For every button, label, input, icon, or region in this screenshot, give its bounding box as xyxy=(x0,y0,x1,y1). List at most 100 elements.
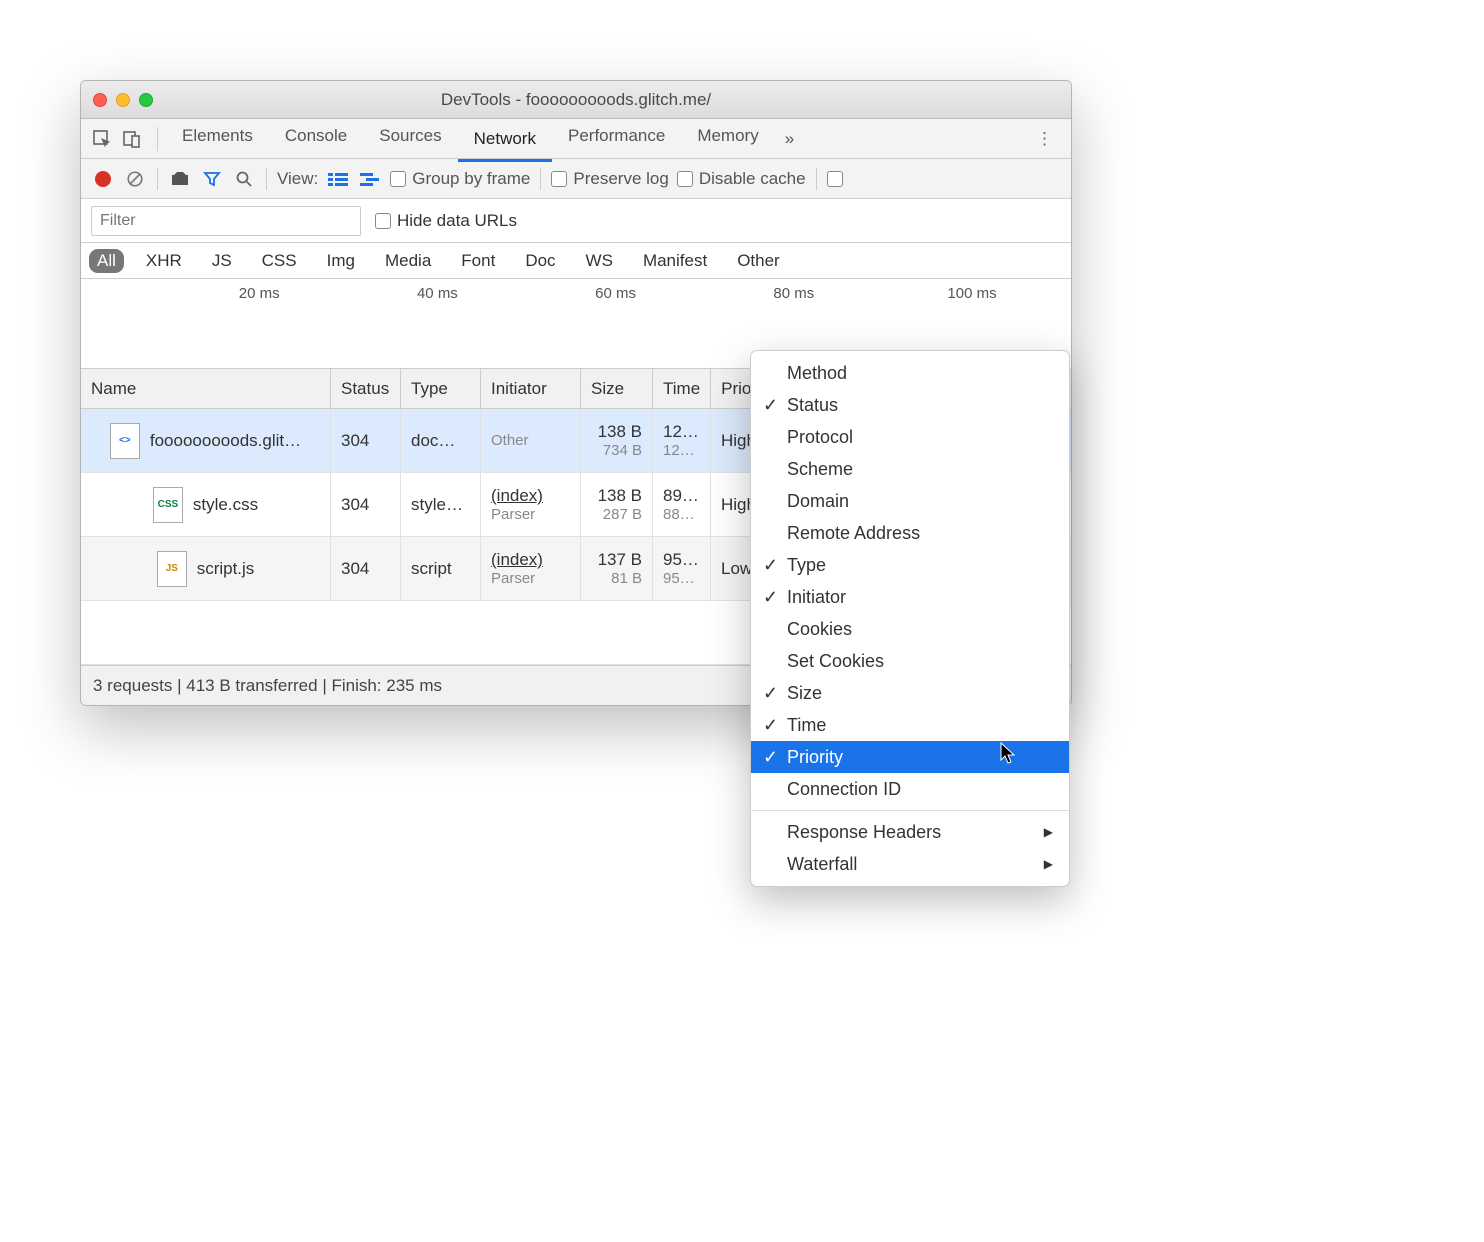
tab-console[interactable]: Console xyxy=(269,116,363,162)
menu-item-waterfall[interactable]: Waterfall ▶ xyxy=(751,848,1069,880)
column-time[interactable]: Time xyxy=(653,369,711,408)
status-value: 304 xyxy=(341,431,390,451)
menu-item-time[interactable]: ✓ Time xyxy=(751,709,1069,741)
initiator-value[interactable]: (index) xyxy=(491,486,570,506)
preserve-log-checkbox[interactable]: Preserve log xyxy=(551,169,668,189)
menu-label: Domain xyxy=(787,491,849,512)
size-sub: 287 B xyxy=(603,506,642,523)
menu-item-cookies[interactable]: Cookies xyxy=(751,613,1069,645)
menu-item-status[interactable]: ✓Status xyxy=(751,389,1069,421)
menu-label: Time xyxy=(787,715,826,736)
filter-all[interactable]: All xyxy=(89,249,124,273)
menu-item-method[interactable]: Method xyxy=(751,357,1069,389)
maximize-window-button[interactable] xyxy=(139,93,153,107)
record-button[interactable] xyxy=(91,167,115,191)
menu-label: Response Headers xyxy=(787,822,941,843)
tab-sources[interactable]: Sources xyxy=(363,116,457,162)
group-by-frame-checkbox[interactable]: Group by frame xyxy=(390,169,530,189)
file-doc-icon: <> xyxy=(110,423,140,459)
initiator-value[interactable]: (index) xyxy=(491,550,570,570)
window-title: DevTools - fooooooooods.glitch.me/ xyxy=(81,90,1071,110)
window-controls xyxy=(93,93,153,107)
column-size[interactable]: Size xyxy=(581,369,653,408)
menu-item-priority[interactable]: ✓Priority xyxy=(751,741,1069,773)
capture-screenshots-icon[interactable] xyxy=(168,167,192,191)
filter-doc[interactable]: Doc xyxy=(517,249,563,273)
toggle-device-icon[interactable] xyxy=(119,126,145,152)
column-initiator[interactable]: Initiator xyxy=(481,369,581,408)
tab-performance[interactable]: Performance xyxy=(552,116,681,162)
status-value: 304 xyxy=(341,495,390,515)
menu-item-type[interactable]: ✓Type xyxy=(751,549,1069,581)
column-context-menu: Method✓StatusProtocol Scheme Domain Remote … xyxy=(750,350,1070,887)
column-status[interactable]: Status xyxy=(331,369,401,408)
menu-item-domain[interactable]: Domain xyxy=(751,485,1069,517)
menu-item-connection-id[interactable]: Connection ID xyxy=(751,773,1069,805)
filter-xhr[interactable]: XHR xyxy=(138,249,190,273)
check-icon: ✓ xyxy=(763,587,778,608)
menu-item-initiator[interactable]: ✓ Initiator xyxy=(751,581,1069,613)
tab-elements[interactable]: Elements xyxy=(166,116,269,162)
menu-item-set-cookies[interactable]: Set Cookies xyxy=(751,645,1069,677)
column-type[interactable]: Type xyxy=(401,369,481,408)
separator xyxy=(540,168,541,190)
filter-js[interactable]: JS xyxy=(204,249,240,273)
file-css-icon: CSS xyxy=(153,487,183,523)
settings-menu-button[interactable]: ⋮ xyxy=(1026,129,1063,149)
check-icon: ✓ xyxy=(763,555,778,576)
check-icon: ✓ xyxy=(763,395,778,416)
size-value: 137 B xyxy=(598,550,642,570)
file-js-icon: JS xyxy=(157,551,187,587)
filter-other[interactable]: Other xyxy=(729,249,788,273)
menu-label: Initiator xyxy=(787,587,846,608)
tab-memory[interactable]: Memory xyxy=(681,116,774,162)
filter-icon[interactable] xyxy=(200,167,224,191)
menu-label: Waterfall xyxy=(787,854,857,875)
view-large-icon[interactable] xyxy=(326,167,350,191)
more-tabs-button[interactable]: » xyxy=(775,119,804,159)
separator xyxy=(157,127,158,151)
menu-item-remote-address[interactable]: Remote Address xyxy=(751,517,1069,549)
menu-item-size[interactable]: ✓Size xyxy=(751,677,1069,709)
network-toolbar: View: Group by frame Preserve log Disabl… xyxy=(81,159,1071,199)
menu-label: Cookies xyxy=(787,619,852,640)
time-value: 12… xyxy=(663,422,700,442)
filter-manifest[interactable]: Manifest xyxy=(635,249,715,273)
close-window-button[interactable] xyxy=(93,93,107,107)
request-type-filter: All XHR JS CSS Img Media Font Doc WS Manifest Othe… xyxy=(81,243,1071,279)
check-icon: ✓ xyxy=(763,715,778,736)
filter-input[interactable] xyxy=(91,206,361,236)
minimize-window-button[interactable] xyxy=(116,93,130,107)
time-value: 95… xyxy=(663,550,700,570)
view-small-icon[interactable] xyxy=(358,167,382,191)
clear-button[interactable] xyxy=(123,167,147,191)
tab-network[interactable]: Network xyxy=(458,116,552,162)
filter-font[interactable]: Font xyxy=(453,249,503,273)
filter-media[interactable]: Media xyxy=(377,249,439,273)
submenu-arrow-icon: ▶ xyxy=(1044,857,1053,871)
menu-item-scheme[interactable]: Scheme xyxy=(751,453,1069,485)
filter-img[interactable]: Img xyxy=(319,249,363,273)
status-text: 3 requests | 413 B transferred | Finish:… xyxy=(93,676,442,696)
menu-label: Priority xyxy=(787,747,843,768)
disable-cache-label: Disable cache xyxy=(699,169,806,189)
separator xyxy=(266,168,267,190)
filter-css[interactable]: CSS xyxy=(254,249,305,273)
offline-checkbox-partial[interactable] xyxy=(827,171,843,187)
menu-item-response-headers[interactable]: Response Headers▶ xyxy=(751,816,1069,848)
menu-item-protocol[interactable]: Protocol xyxy=(751,421,1069,453)
timeline-tick: 60 ms xyxy=(595,285,636,302)
timeline-tick: 100 ms xyxy=(947,285,996,302)
request-name: fooooooooods.glit… xyxy=(150,431,301,451)
filter-ws[interactable]: WS xyxy=(578,249,621,273)
request-name: style.css xyxy=(193,495,258,515)
search-icon[interactable] xyxy=(232,167,256,191)
menu-label: Size xyxy=(787,683,822,704)
time-sub: 88… xyxy=(663,506,700,523)
hide-data-urls-checkbox[interactable]: Hide data URLs xyxy=(375,211,517,231)
inspect-element-icon[interactable] xyxy=(89,126,115,152)
menu-label: Scheme xyxy=(787,459,853,480)
column-name[interactable]: Name xyxy=(81,369,331,408)
initiator-value: Other xyxy=(491,432,570,449)
disable-cache-checkbox[interactable]: Disable cache xyxy=(677,169,806,189)
